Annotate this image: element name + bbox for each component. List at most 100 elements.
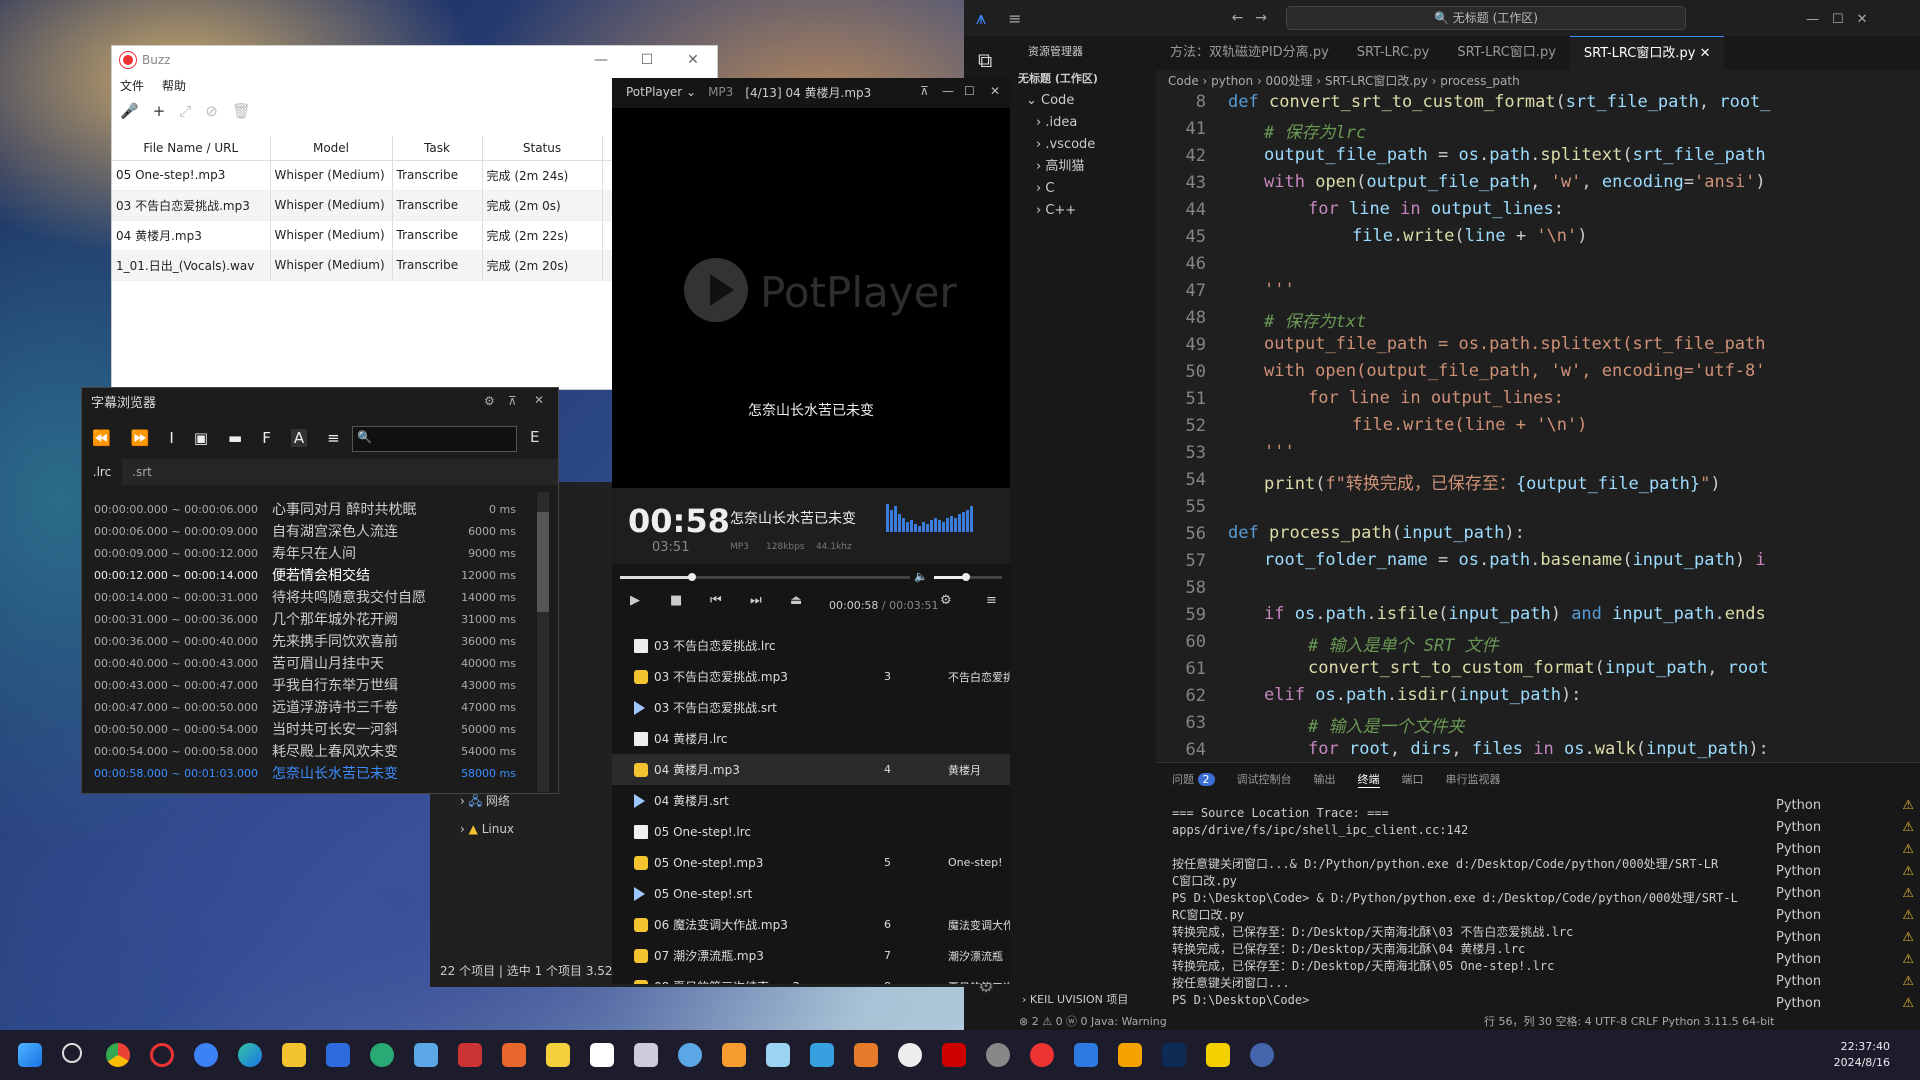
terminal-list-item[interactable]: Python ⚠	[1756, 883, 1920, 905]
app-icon[interactable]	[1030, 1043, 1054, 1067]
subtitle-row[interactable]: 00:00:36.000 ~ 00:00:40.000 先来携手同饮欢喜前 3600…	[94, 630, 530, 652]
record-icon[interactable]: 🎤	[120, 102, 139, 120]
terminal-list-item[interactable]: Python ⚠	[1756, 993, 1920, 1015]
tree-idea[interactable]: › .idea	[1012, 112, 1156, 134]
tree-cpp[interactable]: › C++	[1012, 200, 1156, 222]
playlist-item[interactable]: 03 不告白恋爱挑战.lrc	[612, 630, 1010, 661]
playlist-item[interactable]: 06 魔法变调大作战.mp3 6 魔法变调大作战	[612, 909, 1010, 940]
encoding-button[interactable]: E	[530, 428, 539, 446]
app-icon[interactable]	[1250, 1043, 1274, 1067]
close-button[interactable]: ✕	[990, 84, 1000, 98]
table-row[interactable]: 04 黄楼月.mp3 Whisper (Medium) Transcribe 完成 (…	[112, 220, 613, 251]
buzz-taskbar-icon[interactable]	[502, 1043, 526, 1067]
terminal-list-item[interactable]: Python ⚠	[1756, 839, 1920, 861]
tab-srt-lrc-window[interactable]: SRT-LRC窗口.py	[1443, 36, 1570, 70]
playlist-item[interactable]: 03 不告白恋爱挑战.mp3 3 不告白恋爱挑战	[612, 661, 1010, 692]
code-editor[interactable]: 8 41 42 43 44 45 46 47 48 49 50 51 52 53 54 55 56 57 58 59 6…	[1156, 92, 1920, 762]
rewind-icon[interactable]: ⏪	[92, 429, 111, 447]
explorer-icon[interactable]: ⧉	[978, 48, 992, 72]
cancel-icon[interactable]: ⊘	[205, 102, 218, 120]
seek-knob[interactable]	[688, 573, 696, 581]
playlist-item[interactable]: 04 黄楼月.lrc	[612, 723, 1010, 754]
video-icon[interactable]: ▣	[194, 429, 208, 447]
subtitle-row[interactable]: 00:00:47.000 ~ 00:00:50.000 远道浮游诗书三千卷 4700…	[94, 696, 530, 718]
subtitle-row[interactable]: 00:00:31.000 ~ 00:00:36.000 几个那年城外花开阙 3100…	[94, 608, 530, 630]
list-icon[interactable]: ≡	[327, 429, 340, 447]
playlist-item[interactable]: 07 潮汐漂流瓶.mp3 7 潮汐漂流瓶	[612, 940, 1010, 971]
sticky-notes-icon[interactable]	[546, 1043, 570, 1067]
col-file[interactable]: File Name / URL	[112, 136, 271, 161]
volume-bar[interactable]	[934, 573, 1002, 581]
app-icon[interactable]	[590, 1043, 614, 1067]
potplayer-taskbar-icon[interactable]	[1206, 1043, 1230, 1067]
app-icon[interactable]	[942, 1043, 966, 1067]
nav-linux[interactable]: › ▲ Linux	[460, 822, 514, 836]
table-row[interactable]: 1_01.日出_(Vocals).wav Whisper (Medium) Tran…	[112, 250, 613, 281]
tab-output[interactable]: 输出	[1314, 771, 1336, 787]
start-icon[interactable]	[18, 1043, 42, 1067]
col-task[interactable]: Task	[392, 136, 483, 161]
potplayer-menu[interactable]: PotPlayer ⌄	[626, 85, 696, 99]
nav-network[interactable]: › 🖧 网络	[460, 792, 510, 813]
file-explorer-icon[interactable]	[282, 1043, 306, 1067]
close-button[interactable]: ✕	[534, 393, 544, 407]
tab-srt[interactable]: .srt	[122, 459, 162, 485]
playlist-item[interactable]: 04 黄楼月.srt	[612, 785, 1010, 816]
forward-icon[interactable]: →	[1255, 10, 1267, 26]
menu-file[interactable]: 文件	[120, 77, 144, 94]
app-icon[interactable]	[766, 1043, 790, 1067]
status-editor-info[interactable]: 行 56，列 30 空格: 4 UTF-8 CRLF Python 3.11.5…	[1484, 1014, 1774, 1030]
stop-button[interactable]: ■	[670, 593, 682, 608]
col-status[interactable]: Status	[482, 136, 603, 161]
terminal-list-item[interactable]: Python ⚠	[1756, 817, 1920, 839]
video-area[interactable]: PotPlayer 怎奈山长水苦已未变	[612, 108, 1010, 488]
font-size-button[interactable]: A	[290, 429, 308, 447]
terminal-list-item[interactable]: Python ⚠	[1756, 949, 1920, 971]
playlist-menu-icon[interactable]: ≡	[986, 593, 997, 608]
app-icon[interactable]	[986, 1043, 1010, 1067]
vscode-taskbar-icon[interactable]	[1074, 1043, 1098, 1067]
terminal-list-item[interactable]: Python ⚠	[1756, 971, 1920, 993]
terminal-list-item[interactable]: Python ⚠	[1756, 861, 1920, 883]
tab-srt-lrc[interactable]: SRT-LRC.py	[1343, 36, 1444, 70]
playlist-item[interactable]: 05 One-step!.srt	[612, 878, 1010, 909]
notepad-icon[interactable]	[414, 1043, 438, 1067]
subtitle-row[interactable]: 00:00:50.000 ~ 00:00:54.000 当时共可长安一河斜 5000…	[94, 718, 530, 740]
edge-icon[interactable]	[238, 1043, 262, 1067]
subtitle-row[interactable]: 00:00:12.000 ~ 00:00:14.000 便若情会相交结 12000 …	[94, 564, 530, 586]
playlist-item[interactable]: 05 One-step!.mp3 5 One-step!	[612, 847, 1010, 878]
playlist-item[interactable]: 08 夏日的第三次结束.mp3 8 夏日的第三次结束	[612, 971, 1010, 984]
delete-icon[interactable]: 🗑	[232, 102, 251, 120]
search-icon[interactable]	[62, 1043, 82, 1063]
tab-pid[interactable]: 方法：双轨磁迹PID分离.py	[1156, 36, 1343, 70]
playlist-item[interactable]: 04 黄楼月.mp3 4 黄楼月	[612, 754, 1010, 785]
minimize-button[interactable]: —	[578, 46, 624, 74]
globe-icon[interactable]	[370, 1043, 394, 1067]
subtitle-row[interactable]: 00:00:00.000 ~ 00:00:06.000 心事同对月 醉时共枕眠 0 …	[94, 498, 530, 520]
playlist-item[interactable]: 03 不告白恋爱挑战.srt	[612, 692, 1010, 723]
subtitle-row[interactable]: 00:00:14.000 ~ 00:00:31.000 待将共鸣随意我交付自愿 14…	[94, 586, 530, 608]
font-button[interactable]: F	[262, 429, 271, 447]
tab-problems[interactable]: 问题 2	[1172, 771, 1215, 787]
subtitle-search-input[interactable]: 🔍	[352, 426, 517, 452]
close-button[interactable]: ✕	[670, 46, 716, 74]
subtitle-row[interactable]: 00:00:54.000 ~ 00:00:58.000 耗尽殿上春风欢未变 5400…	[94, 740, 530, 762]
subtitle-row[interactable]: 00:00:40.000 ~ 00:00:43.000 苦可眉山月挂中天 40000…	[94, 652, 530, 674]
minimize-button[interactable]: —	[942, 84, 954, 98]
tab-ports[interactable]: 端口	[1402, 771, 1424, 787]
back-icon[interactable]: ←	[1232, 10, 1244, 26]
system-clock[interactable]: 22:37:40 2024/8/16	[1834, 1039, 1890, 1071]
expand-icon[interactable]: ⤢	[179, 102, 191, 120]
tab-lrc[interactable]: .lrc	[82, 459, 122, 485]
breadcrumb[interactable]: Code › python › 000处理 › SRT-LRC窗口改.py › …	[1156, 70, 1920, 92]
chrome-icon[interactable]	[106, 1043, 130, 1067]
terminal-list-item[interactable]: Python ⚠	[1756, 795, 1920, 817]
maximize-button[interactable]: ☐	[624, 46, 670, 74]
col-model[interactable]: Model	[270, 136, 393, 161]
tab-debug-console[interactable]: 调试控制台	[1237, 771, 1292, 787]
menu-help[interactable]: 帮助	[162, 77, 186, 94]
playlist-item[interactable]: 05 One-step!.lrc	[612, 816, 1010, 847]
caption-icon[interactable]: ▬	[228, 429, 242, 447]
app-icon[interactable]	[194, 1043, 218, 1067]
tab-terminal[interactable]: 终端	[1357, 771, 1380, 788]
